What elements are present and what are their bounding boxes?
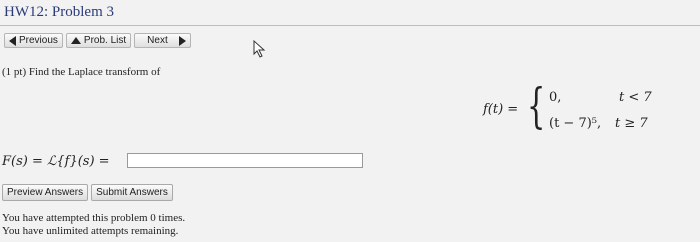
submit-row: Preview Answers Submit Answers [2, 184, 173, 201]
answer-label: F(s) = ℒ{f}(s) = [2, 154, 110, 169]
case2-condition: t ≥ 7 [615, 116, 648, 131]
title-divider [0, 25, 700, 26]
attempts-remaining-text: You have unlimited attempts remaining. [2, 225, 179, 237]
function-lhs: f(t) = [483, 102, 519, 117]
attempts-count-text: You have attempted this problem 0 times. [2, 212, 186, 224]
next-button[interactable]: Next [134, 33, 191, 48]
piecewise-function: f(t) = { 0, t < 7 (t − 7)⁵, t ≥ 7 [483, 82, 673, 138]
problem-navigation: Previous Prob. List Next [4, 33, 191, 48]
case2-value: (t − 7)⁵, [549, 116, 602, 131]
problem-list-button[interactable]: Prob. List [65, 33, 132, 48]
problem-list-button-label: Prob. List [83, 35, 127, 46]
answer-input[interactable] [127, 153, 363, 168]
submit-answers-button[interactable]: Submit Answers [91, 184, 173, 201]
previous-button-label: Previous [19, 35, 58, 46]
problem-prompt: (1 pt) Find the Laplace transform of [2, 66, 161, 78]
case1-condition: t < 7 [619, 90, 652, 105]
triangle-left-icon [9, 35, 16, 46]
page-title: HW12: Problem 3 [4, 4, 114, 20]
next-button-label: Next [147, 35, 168, 46]
preview-answers-button[interactable]: Preview Answers [2, 184, 89, 201]
triangle-up-icon [70, 37, 81, 44]
triangle-right-icon [178, 35, 186, 46]
previous-button[interactable]: Previous [4, 33, 63, 48]
brace-glyph: { [527, 78, 546, 134]
attempts-status: You have attempted this problem 0 times.… [2, 212, 185, 238]
case1-value: 0, [549, 90, 562, 105]
mouse-pointer-icon [253, 39, 267, 63]
